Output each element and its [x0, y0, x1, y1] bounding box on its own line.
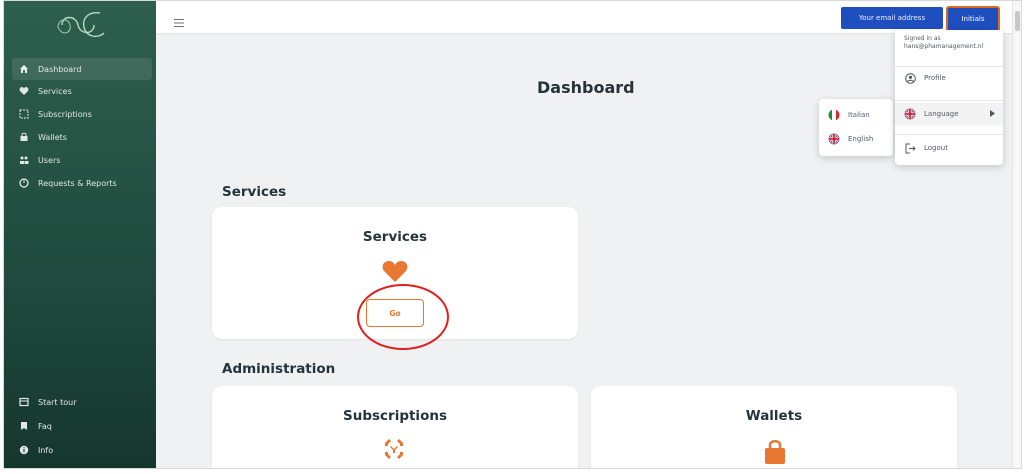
page-title: Dashboard [537, 78, 635, 97]
vertical-scrollbar[interactable] [1012, 1, 1021, 468]
sidebar-item-faq[interactable]: Faq [12, 415, 152, 437]
app-window: Dashboard Services Subscriptions Wallets… [3, 0, 1022, 469]
sidebar-item-label: Wallets [38, 132, 67, 142]
sidebar-item-label: Dashboard [38, 64, 82, 74]
logo [48, 7, 114, 43]
uk-flag-icon [828, 133, 840, 145]
menu-item-italian[interactable]: Italian [819, 104, 893, 126]
users-icon [18, 154, 30, 166]
card-title: Wallets [745, 408, 803, 424]
menu-item-profile[interactable]: Profile [895, 67, 1003, 89]
sidebar-item-label: Services [38, 86, 72, 96]
menu-item-logout[interactable]: Logout [895, 137, 1003, 159]
sidebar-item-subscriptions[interactable]: Subscriptions [12, 103, 152, 125]
signed-in-label: Signed in as [904, 35, 941, 42]
sidebar: Dashboard Services Subscriptions Wallets… [4, 1, 156, 468]
sidebar-item-label: Users [38, 155, 61, 165]
section-title-administration: Administration [222, 361, 336, 377]
sidebar-item-users[interactable]: Users [12, 149, 152, 171]
sidebar-item-services[interactable]: Services [12, 80, 152, 102]
wallet-icon [763, 439, 787, 465]
menu-item-label: Logout [924, 144, 948, 152]
highlight-circle [357, 284, 449, 350]
subscriptions-card: Subscriptions [212, 386, 578, 468]
sidebar-item-label: Info [38, 445, 54, 455]
subscriptions-icon [381, 436, 407, 462]
card-title: Services [362, 229, 428, 245]
home-icon [18, 63, 30, 75]
uk-flag-icon [904, 108, 916, 120]
sidebar-item-info[interactable]: Info [12, 439, 152, 461]
subscriptions-icon [18, 108, 30, 120]
wallet-icon [18, 131, 30, 143]
menu-item-label: Profile [924, 74, 946, 82]
hamburger-menu-icon[interactable] [174, 12, 184, 27]
sidebar-item-dashboard[interactable]: Dashboard [12, 58, 152, 80]
language-submenu: Italian English [819, 99, 893, 156]
topbar: Your email address Initials [156, 1, 1021, 34]
sidebar-item-requests-reports[interactable]: Requests & Reports [12, 172, 152, 194]
menu-item-language[interactable]: Language [895, 103, 1003, 125]
logout-icon [904, 142, 916, 154]
signed-in-info: Signed in as hans@phamanagement.nl [904, 35, 983, 51]
card-title: Subscriptions [343, 408, 447, 424]
user-initials-button[interactable]: Initials [946, 6, 1000, 32]
sidebar-item-label: Faq [38, 421, 52, 431]
sidebar-item-label: Subscriptions [38, 109, 92, 119]
report-icon [18, 177, 30, 189]
menu-item-label: English [848, 135, 874, 143]
divider [895, 100, 1003, 101]
sidebar-item-label: Start tour [38, 397, 77, 407]
info-icon [18, 444, 30, 456]
user-email: hans@phamanagement.nl [904, 43, 984, 50]
heart-icon [381, 259, 409, 283]
wallets-card: Wallets [591, 386, 957, 468]
sidebar-item-wallets[interactable]: Wallets [12, 126, 152, 148]
menu-item-english[interactable]: English [819, 128, 893, 150]
heart-icon [18, 85, 30, 97]
divider [895, 134, 1003, 135]
profile-icon [904, 72, 916, 84]
menu-item-label: Language [924, 110, 959, 118]
user-dropdown-menu: Signed in as hans@phamanagement.nl Profi… [895, 30, 1003, 165]
email-address-button[interactable]: Your email address [841, 7, 943, 29]
menu-item-label: Italian [848, 111, 870, 119]
bookmark-icon [18, 420, 30, 432]
scrollbar-thumb[interactable] [1015, 11, 1020, 31]
tour-icon [18, 396, 30, 408]
italy-flag-icon [828, 109, 840, 121]
section-title-services: Services [222, 184, 287, 200]
sidebar-item-start-tour[interactable]: Start tour [12, 391, 152, 413]
sidebar-item-label: Requests & Reports [38, 178, 117, 188]
chevron-right-icon [990, 110, 995, 119]
